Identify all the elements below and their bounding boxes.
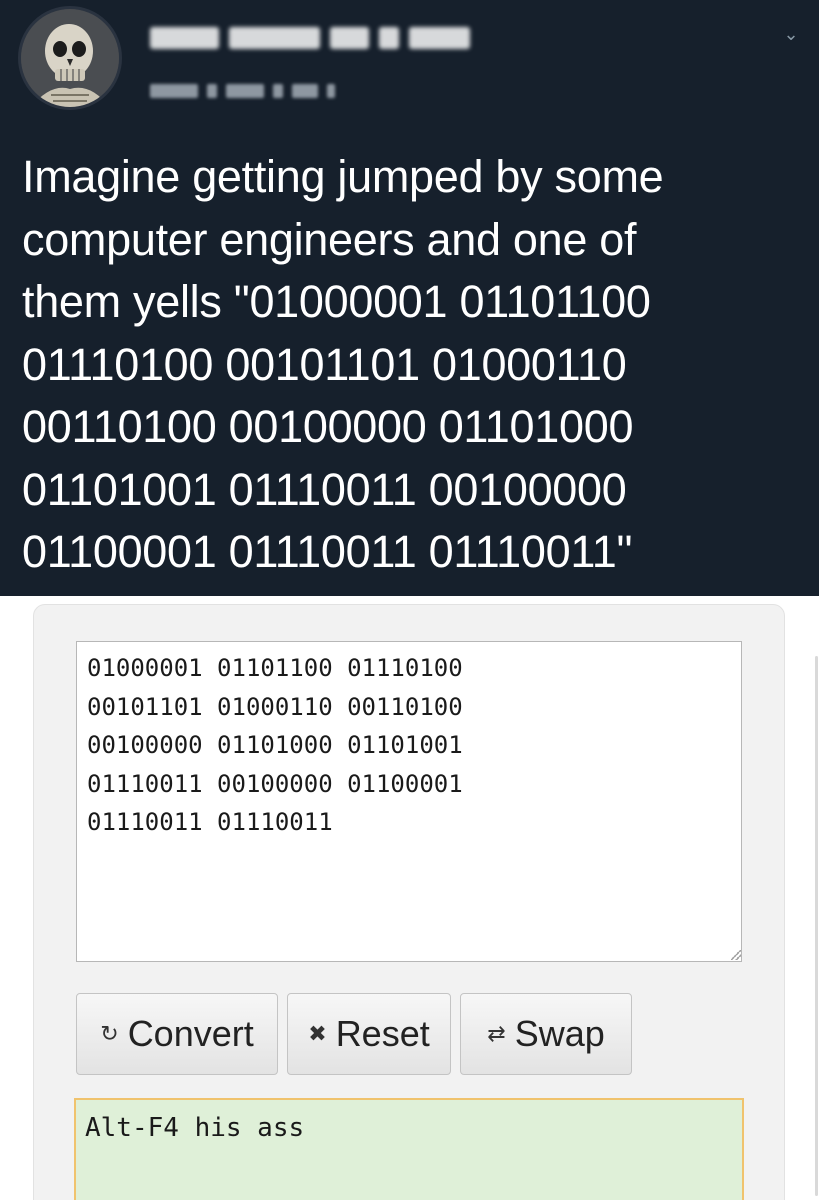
reset-button[interactable]: ✖ Reset [287, 993, 451, 1075]
redacted-block [408, 27, 470, 49]
swap-icon: ⇄ [487, 1021, 506, 1046]
close-icon: ✖ [308, 1021, 327, 1046]
swap-button-label: Swap [514, 1013, 605, 1054]
text-output[interactable]: Alt-F4 his ass [74, 1098, 744, 1200]
redacted-block [150, 27, 220, 49]
reset-button-label: Reset [335, 1013, 430, 1054]
redacted-block [273, 84, 283, 98]
author-handle-redacted [150, 80, 460, 102]
resize-grip-icon[interactable] [731, 950, 741, 960]
tweet-text: Imagine getting jumped by some computer … [22, 151, 664, 577]
redacted-block [207, 84, 217, 98]
binary-input[interactable]: 01000001 01101100 01110100 00101101 0100… [76, 641, 742, 962]
redacted-block [292, 84, 318, 98]
redacted-block [150, 84, 198, 98]
redacted-block [327, 84, 335, 98]
avatar[interactable] [18, 6, 122, 110]
convert-button-label: Convert [127, 1013, 254, 1054]
author-name-redacted[interactable] [150, 22, 480, 54]
refresh-icon: ↻ [100, 1021, 119, 1046]
tweet-card: ⌄ Imagine getting jumped by some compute… [0, 0, 819, 596]
adjacent-panel-edge [805, 596, 819, 1200]
redacted-block [379, 27, 399, 49]
chevron-down-icon[interactable]: ⌄ [777, 20, 805, 48]
convert-button[interactable]: ↻ Convert [76, 993, 278, 1075]
adjacent-panel-border [815, 656, 818, 1196]
redacted-block [226, 84, 264, 98]
swap-button[interactable]: ⇄ Swap [460, 993, 632, 1075]
skull-avatar-image [21, 9, 119, 107]
redacted-block [229, 27, 320, 49]
redacted-block [329, 27, 370, 49]
